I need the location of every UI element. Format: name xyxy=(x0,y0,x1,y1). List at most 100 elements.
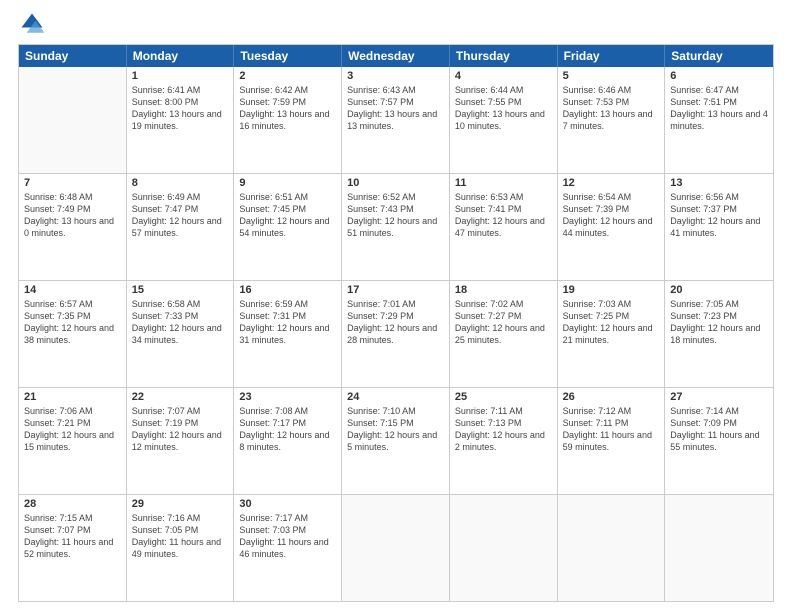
day-info: Sunrise: 7:01 AMSunset: 7:29 PMDaylight:… xyxy=(347,298,444,347)
day-number: 9 xyxy=(239,177,336,189)
day-number: 26 xyxy=(563,391,660,403)
day-info: Sunrise: 6:49 AMSunset: 7:47 PMDaylight:… xyxy=(132,191,229,240)
day-info: Sunrise: 6:57 AMSunset: 7:35 PMDaylight:… xyxy=(24,298,121,347)
day-info: Sunrise: 6:58 AMSunset: 7:33 PMDaylight:… xyxy=(132,298,229,347)
day-cell-8: 8 Sunrise: 6:49 AMSunset: 7:47 PMDaylight… xyxy=(127,174,235,280)
day-info: Sunrise: 6:52 AMSunset: 7:43 PMDaylight:… xyxy=(347,191,444,240)
day-number: 14 xyxy=(24,284,121,296)
week-row-2: 7Sunrise: 6:48 AMSunset: 7:49 PMDaylight… xyxy=(19,174,773,281)
calendar: SundayMondayTuesdayWednesdayThursdayFrid… xyxy=(18,44,774,602)
day-info: Sunrise: 6:51 AMSunset: 7:45 PMDaylight:… xyxy=(239,191,336,240)
day-number: 2 xyxy=(239,70,336,82)
day-info: Sunrise: 7:11 AMSunset: 7:13 PMDaylight:… xyxy=(455,405,552,454)
day-cell-2: 2Sunrise: 6:42 AMSunset: 7:59 PMDaylight… xyxy=(234,67,342,173)
empty-cell xyxy=(558,495,666,601)
day-number: 19 xyxy=(563,284,660,296)
day-number: 30 xyxy=(239,498,336,510)
week-row-3: 14 Sunrise: 6:57 AMSunset: 7:35 PMDayligh… xyxy=(19,281,773,388)
day-cell-30: 30 Sunrise: 7:17 AMSunset: 7:03 PMDayligh… xyxy=(234,495,342,601)
day-info: Sunrise: 7:10 AMSunset: 7:15 PMDaylight:… xyxy=(347,405,444,454)
day-info: Sunrise: 7:06 AMSunset: 7:21 PMDaylight:… xyxy=(24,405,121,454)
day-cell-26: 26 Sunrise: 7:12 AMSunset: 7:11 PMDayligh… xyxy=(558,388,666,494)
logo-icon xyxy=(18,10,46,38)
day-info: Sunrise: 6:47 AMSunset: 7:51 PMDaylight:… xyxy=(670,84,768,133)
day-number: 17 xyxy=(347,284,444,296)
week-row-4: 21 Sunrise: 7:06 AMSunset: 7:21 PMDayligh… xyxy=(19,388,773,495)
day-header-friday: Friday xyxy=(558,45,666,67)
day-number: 18 xyxy=(455,284,552,296)
day-cell-3: 3Sunrise: 6:43 AMSunset: 7:57 PMDaylight… xyxy=(342,67,450,173)
day-info: Sunrise: 7:17 AMSunset: 7:03 PMDaylight:… xyxy=(239,512,336,561)
week-row-1: 1 Sunrise: 6:41 AMSunset: 8:00 PMDaylight… xyxy=(19,67,773,174)
day-number: 28 xyxy=(24,498,121,510)
week-row-5: 28 Sunrise: 7:15 AMSunset: 7:07 PMDayligh… xyxy=(19,495,773,601)
day-cell-5: 5 Sunrise: 6:46 AMSunset: 7:53 PMDaylight… xyxy=(558,67,666,173)
day-cell-11: 11 Sunrise: 6:53 AMSunset: 7:41 PMDayligh… xyxy=(450,174,558,280)
day-cell-14: 14 Sunrise: 6:57 AMSunset: 7:35 PMDayligh… xyxy=(19,281,127,387)
day-number: 22 xyxy=(132,391,229,403)
page: SundayMondayTuesdayWednesdayThursdayFrid… xyxy=(0,0,792,612)
day-cell-22: 22Sunrise: 7:07 AMSunset: 7:19 PMDayligh… xyxy=(127,388,235,494)
day-info: Sunrise: 7:03 AMSunset: 7:25 PMDaylight:… xyxy=(563,298,660,347)
day-header-wednesday: Wednesday xyxy=(342,45,450,67)
day-cell-20: 20 Sunrise: 7:05 AMSunset: 7:23 PMDayligh… xyxy=(665,281,773,387)
empty-cell xyxy=(450,495,558,601)
day-info: Sunrise: 7:05 AMSunset: 7:23 PMDaylight:… xyxy=(670,298,768,347)
day-number: 13 xyxy=(670,177,768,189)
day-number: 21 xyxy=(24,391,121,403)
day-info: Sunrise: 6:56 AMSunset: 7:37 PMDaylight:… xyxy=(670,191,768,240)
day-cell-9: 9 Sunrise: 6:51 AMSunset: 7:45 PMDaylight… xyxy=(234,174,342,280)
day-number: 8 xyxy=(132,177,229,189)
day-info: Sunrise: 6:59 AMSunset: 7:31 PMDaylight:… xyxy=(239,298,336,347)
header xyxy=(18,10,774,38)
empty-cell xyxy=(665,495,773,601)
day-number: 10 xyxy=(347,177,444,189)
day-cell-28: 28 Sunrise: 7:15 AMSunset: 7:07 PMDayligh… xyxy=(19,495,127,601)
day-info: Sunrise: 7:14 AMSunset: 7:09 PMDaylight:… xyxy=(670,405,768,454)
day-number: 5 xyxy=(563,70,660,82)
day-cell-6: 6 Sunrise: 6:47 AMSunset: 7:51 PMDaylight… xyxy=(665,67,773,173)
day-info: Sunrise: 7:08 AMSunset: 7:17 PMDaylight:… xyxy=(239,405,336,454)
day-cell-13: 13 Sunrise: 6:56 AMSunset: 7:37 PMDayligh… xyxy=(665,174,773,280)
day-number: 27 xyxy=(670,391,768,403)
day-info: Sunrise: 6:41 AMSunset: 8:00 PMDaylight:… xyxy=(132,84,229,133)
day-number: 6 xyxy=(670,70,768,82)
day-number: 16 xyxy=(239,284,336,296)
day-number: 23 xyxy=(239,391,336,403)
logo xyxy=(18,10,50,38)
day-number: 4 xyxy=(455,70,552,82)
day-cell-24: 24 Sunrise: 7:10 AMSunset: 7:15 PMDayligh… xyxy=(342,388,450,494)
day-info: Sunrise: 7:15 AMSunset: 7:07 PMDaylight:… xyxy=(24,512,121,561)
day-header-thursday: Thursday xyxy=(450,45,558,67)
day-number: 11 xyxy=(455,177,552,189)
day-cell-25: 25Sunrise: 7:11 AMSunset: 7:13 PMDayligh… xyxy=(450,388,558,494)
day-cell-7: 7Sunrise: 6:48 AMSunset: 7:49 PMDaylight… xyxy=(19,174,127,280)
day-cell-23: 23 Sunrise: 7:08 AMSunset: 7:17 PMDayligh… xyxy=(234,388,342,494)
day-header-sunday: Sunday xyxy=(19,45,127,67)
empty-cell xyxy=(19,67,127,173)
day-cell-21: 21 Sunrise: 7:06 AMSunset: 7:21 PMDayligh… xyxy=(19,388,127,494)
day-number: 12 xyxy=(563,177,660,189)
calendar-header: SundayMondayTuesdayWednesdayThursdayFrid… xyxy=(19,45,773,67)
day-number: 24 xyxy=(347,391,444,403)
day-info: Sunrise: 6:46 AMSunset: 7:53 PMDaylight:… xyxy=(563,84,660,133)
day-number: 15 xyxy=(132,284,229,296)
day-header-monday: Monday xyxy=(127,45,235,67)
day-info: Sunrise: 7:02 AMSunset: 7:27 PMDaylight:… xyxy=(455,298,552,347)
day-info: Sunrise: 7:16 AMSunset: 7:05 PMDaylight:… xyxy=(132,512,229,561)
day-number: 1 xyxy=(132,70,229,82)
day-info: Sunrise: 6:53 AMSunset: 7:41 PMDaylight:… xyxy=(455,191,552,240)
day-cell-27: 27 Sunrise: 7:14 AMSunset: 7:09 PMDayligh… xyxy=(665,388,773,494)
day-cell-12: 12Sunrise: 6:54 AMSunset: 7:39 PMDayligh… xyxy=(558,174,666,280)
day-info: Sunrise: 6:48 AMSunset: 7:49 PMDaylight:… xyxy=(24,191,121,240)
calendar-body: 1 Sunrise: 6:41 AMSunset: 8:00 PMDaylight… xyxy=(19,67,773,601)
day-number: 29 xyxy=(132,498,229,510)
empty-cell xyxy=(342,495,450,601)
day-cell-10: 10 Sunrise: 6:52 AMSunset: 7:43 PMDayligh… xyxy=(342,174,450,280)
day-cell-1: 1 Sunrise: 6:41 AMSunset: 8:00 PMDaylight… xyxy=(127,67,235,173)
day-number: 20 xyxy=(670,284,768,296)
day-info: Sunrise: 6:44 AMSunset: 7:55 PMDaylight:… xyxy=(455,84,552,133)
day-number: 3 xyxy=(347,70,444,82)
day-info: Sunrise: 7:12 AMSunset: 7:11 PMDaylight:… xyxy=(563,405,660,454)
day-cell-17: 17 Sunrise: 7:01 AMSunset: 7:29 PMDayligh… xyxy=(342,281,450,387)
